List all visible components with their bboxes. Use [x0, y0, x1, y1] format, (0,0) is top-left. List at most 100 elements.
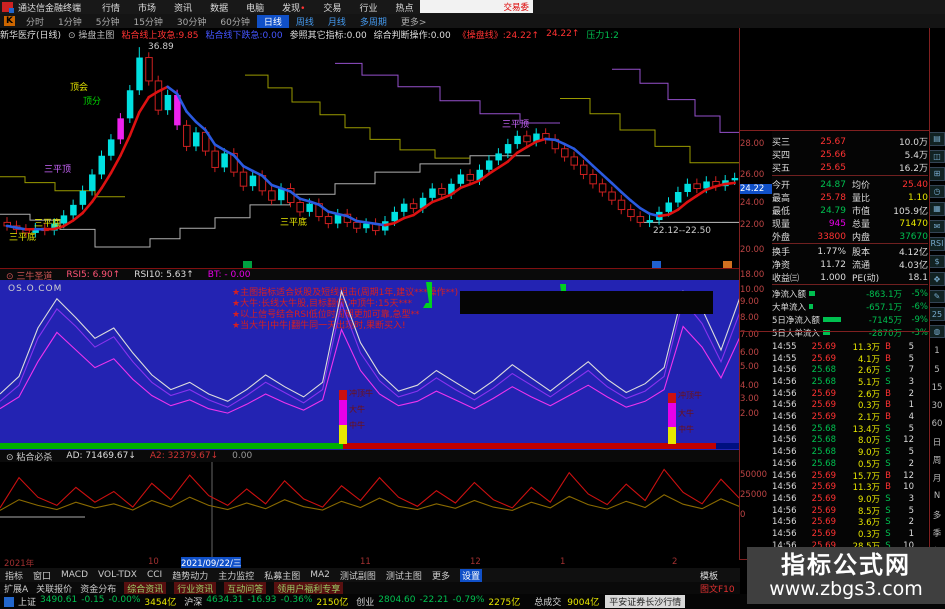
- toolbar-period-30[interactable]: 30: [932, 397, 943, 415]
- tab-综合资讯[interactable]: 综合资讯: [124, 581, 167, 595]
- pane3-title-bar[interactable]: ⊙ 粘合必杀 AD: 71469.67↓ A2: 32379.67↓ 0.00: [0, 450, 740, 463]
- toolbar-icon-✥[interactable]: ✥: [929, 272, 945, 286]
- tab-私募主图[interactable]: 私募主图: [264, 569, 300, 582]
- chart-annotation: 三平底: [9, 233, 37, 243]
- indicator-tabs[interactable]: 指标 窗口 MACD VOL-TDX CCI 趋势动力 主力监控 私募主图 MA2 测试副图 测试主…: [0, 568, 740, 582]
- menu-item-热点[interactable]: 热点: [386, 1, 422, 14]
- tab-MACD[interactable]: MACD: [61, 570, 88, 580]
- menu-item-交易[interactable]: 交易: [314, 1, 350, 14]
- tick-side: S: [885, 458, 891, 469]
- period-item-15分钟[interactable]: 15分钟: [126, 15, 169, 28]
- tab-测试主图[interactable]: 测试主图: [386, 569, 422, 582]
- trade-popup-patch[interactable]: 交易委: [420, 0, 533, 13]
- period-item-周线[interactable]: 周线: [289, 15, 321, 28]
- separator: [772, 175, 928, 176]
- period-item-月线[interactable]: 月线: [321, 15, 353, 28]
- stat-value: 71470: [899, 218, 928, 229]
- status-icon[interactable]: [4, 596, 14, 607]
- index-change: -16.93: [247, 595, 277, 605]
- period-item-日线[interactable]: 日线: [256, 14, 289, 28]
- flow-bar: [822, 317, 841, 322]
- menu-bar[interactable]: 行情市场资讯数据电脑发现•交易行业热点L1L2: [93, 1, 462, 14]
- stat-label: 市值: [852, 207, 871, 217]
- tab-测试副图[interactable]: 测试副图: [340, 569, 376, 582]
- menu-item-行情[interactable]: 行情: [93, 1, 129, 14]
- period-item-更多>[interactable]: 更多>: [394, 15, 434, 28]
- stat-value: 24.79: [820, 205, 846, 216]
- toolbar-icon-▦[interactable]: ▦: [929, 202, 945, 216]
- toolbar-period-N[interactable]: N: [934, 487, 940, 505]
- stat-label: 流通: [852, 261, 871, 271]
- toolbar-period-60[interactable]: 60: [932, 415, 943, 433]
- tab-关联报价[interactable]: 关联报价: [36, 582, 72, 595]
- axis-label: 2.00: [740, 409, 759, 419]
- ad-indicator-pane[interactable]: [0, 462, 740, 557]
- tab-设置[interactable]: 设置: [459, 568, 482, 582]
- tab-资金分布[interactable]: 资金分布: [80, 582, 116, 595]
- toolbar-period-1[interactable]: 1: [934, 342, 939, 360]
- period-items[interactable]: 分时 1分钟 5分钟 15分钟 30分钟 60分钟 日线 周线 月线 多周期 更多>: [19, 14, 434, 28]
- tab-更多[interactable]: 更多: [432, 569, 450, 582]
- toolbar-icon-✎[interactable]: ✎: [929, 289, 945, 304]
- tick-side: B: [885, 400, 891, 411]
- toolbar-period-月[interactable]: 月: [933, 469, 942, 487]
- new-dot-icon: •: [300, 3, 306, 14]
- tick-price: 25.69: [811, 341, 836, 352]
- period-item-30分钟[interactable]: 30分钟: [170, 15, 213, 28]
- tick-time: 14:56: [772, 388, 797, 399]
- quote-panel[interactable]: 买三 25.67 10.0万 买四 25.66 5.4万 买五 25.65 16.2万 今开 24.…: [772, 130, 928, 560]
- toolbar-period-15[interactable]: 15: [932, 379, 943, 397]
- toolbar-icon-$[interactable]: $: [929, 254, 945, 269]
- tick-time: 14:56: [772, 493, 797, 504]
- toolbar-period-多[interactable]: 多: [933, 506, 942, 524]
- toolbar-icon-◷[interactable]: ◷: [929, 184, 945, 199]
- menu-item-市场[interactable]: 市场: [129, 1, 165, 14]
- toolbar-icon-✉[interactable]: ✉: [929, 219, 945, 234]
- tab-互动问答[interactable]: 互动问答: [224, 581, 267, 595]
- time-axis: 2021年 10 2021/09/22/三 11 12 1 2: [0, 557, 740, 569]
- tab-窗口[interactable]: 窗口: [33, 569, 51, 582]
- tab-VOL-TDX[interactable]: VOL-TDX: [98, 570, 137, 580]
- tab-主力监控[interactable]: 主力监控: [218, 569, 254, 582]
- toolbar-icon-⊞[interactable]: ⊞: [929, 167, 945, 181]
- tab-行业资讯[interactable]: 行业资讯: [174, 581, 217, 595]
- menu-item-资讯[interactable]: 资讯: [165, 1, 201, 14]
- tick-volume: 0.3万: [857, 530, 880, 541]
- tab-扩展A[interactable]: 扩展A: [4, 582, 28, 595]
- index-change: -22.21: [419, 595, 449, 605]
- toolbar-icon-RSI[interactable]: RSI: [929, 237, 945, 251]
- menu-item-数据[interactable]: 数据: [201, 1, 237, 14]
- tab-指标[interactable]: 指标: [5, 569, 23, 582]
- period-item-分时[interactable]: 分时: [19, 15, 51, 28]
- toolbar-icon-◫[interactable]: ◫: [929, 149, 945, 164]
- tab-趋势动力[interactable]: 趋势动力: [172, 569, 208, 582]
- menu-item-电脑[interactable]: 电脑: [237, 1, 273, 14]
- trade-popup-label[interactable]: 交易委: [503, 1, 533, 13]
- period-item-5分钟[interactable]: 5分钟: [89, 15, 127, 28]
- toolbar-period-季[interactable]: 季: [933, 524, 942, 542]
- rsi-indicator-pane[interactable]: OS.O.COM ★主图指标适合妖股及短线狙击(周期1年,建议***操作**) ★…: [0, 280, 740, 450]
- kline-icon[interactable]: K: [4, 16, 15, 26]
- book-volume: 16.2万: [898, 164, 928, 174]
- toolbar-icon-25[interactable]: 25: [929, 307, 945, 321]
- toolbar-icon-◍[interactable]: ◍: [929, 324, 945, 339]
- right-toolbar[interactable]: ▤◫⊞◷▦✉RSI$✥✎25◍15153060日周月N多季年: [929, 132, 945, 560]
- tick-count: 2: [908, 388, 914, 399]
- main-candlestick-pane[interactable]: 36.89 顶会 顶分 三平顶 三平底 三平底 三平底 三平顶 22.12--22.50: [0, 40, 740, 272]
- tick-volume: 8.5万: [857, 506, 880, 517]
- stat-label: 换手: [772, 248, 791, 258]
- menu-item-行业[interactable]: 行业: [350, 1, 386, 14]
- toolbar-period-周[interactable]: 周: [933, 451, 942, 469]
- info-tabs[interactable]: 扩展A 关联报价 资金分布 综合资讯 行业资讯 互动问答 领用户福利专享: [0, 581, 740, 595]
- tab-领用户福利专享[interactable]: 领用户福利专享: [274, 581, 344, 595]
- menu-item-发现[interactable]: 发现•: [273, 1, 314, 14]
- period-item-多周期[interactable]: 多周期: [353, 15, 394, 28]
- toolbar-period-日[interactable]: 日: [933, 433, 942, 451]
- toolbar-period-5[interactable]: 5: [934, 361, 939, 379]
- index-amount: 3454亿: [144, 598, 177, 608]
- tab-MA2[interactable]: MA2: [310, 570, 330, 580]
- tab-CCI[interactable]: CCI: [147, 570, 162, 580]
- period-item-1分钟[interactable]: 1分钟: [51, 15, 89, 28]
- toolbar-icon-▤[interactable]: ▤: [929, 132, 945, 146]
- period-item-60分钟[interactable]: 60分钟: [213, 15, 256, 28]
